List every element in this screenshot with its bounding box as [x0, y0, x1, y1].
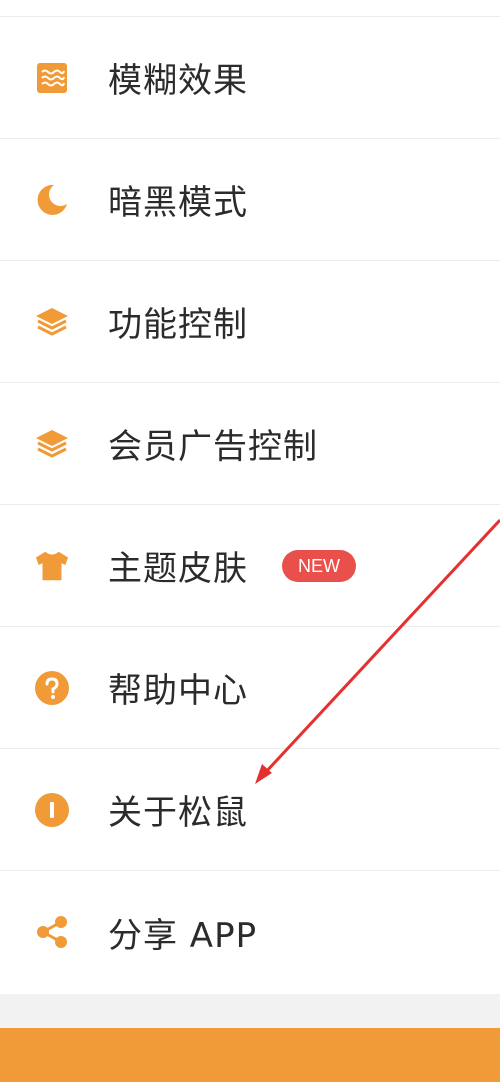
info-circle-icon	[34, 792, 70, 828]
share-icon	[34, 914, 70, 950]
settings-menu: 模糊效果 暗黑模式 功能控制 会员广告控制 主题皮肤 NEW 帮助中心 关于松鼠…	[0, 0, 500, 994]
layers-icon	[34, 426, 70, 462]
menu-item-help-center[interactable]: 帮助中心	[0, 627, 500, 749]
menu-item-theme-skin[interactable]: 主题皮肤 NEW	[0, 505, 500, 627]
question-circle-icon	[34, 670, 70, 706]
moon-icon	[34, 182, 70, 218]
blur-effect-icon	[34, 60, 70, 96]
menu-item-label: 功能控制	[108, 305, 248, 345]
tshirt-icon	[34, 548, 70, 584]
menu-item-feature-control[interactable]: 功能控制	[0, 261, 500, 383]
menu-item-label: 主题皮肤	[108, 549, 248, 589]
menu-item-label: 模糊效果	[108, 61, 248, 101]
layers-icon	[34, 304, 70, 340]
menu-item-member-ad-control[interactable]: 会员广告控制	[0, 383, 500, 505]
menu-item-dark-mode[interactable]: 暗黑模式	[0, 139, 500, 261]
menu-item-label: 会员广告控制	[108, 427, 318, 467]
menu-item-label: 暗黑模式	[108, 183, 248, 223]
section-gap	[0, 994, 500, 1028]
menu-item-label: 帮助中心	[108, 671, 248, 711]
menu-item-share-app[interactable]: 分享 APP	[0, 871, 500, 993]
menu-item-label: 关于松鼠	[108, 793, 248, 833]
menu-item-about[interactable]: 关于松鼠	[0, 749, 500, 871]
new-badge: NEW	[282, 549, 356, 582]
menu-item-blur-effect[interactable]: 模糊效果	[0, 17, 500, 139]
bottom-action-bar[interactable]	[0, 1028, 500, 1082]
menu-item-label: 分享 APP	[108, 915, 258, 956]
